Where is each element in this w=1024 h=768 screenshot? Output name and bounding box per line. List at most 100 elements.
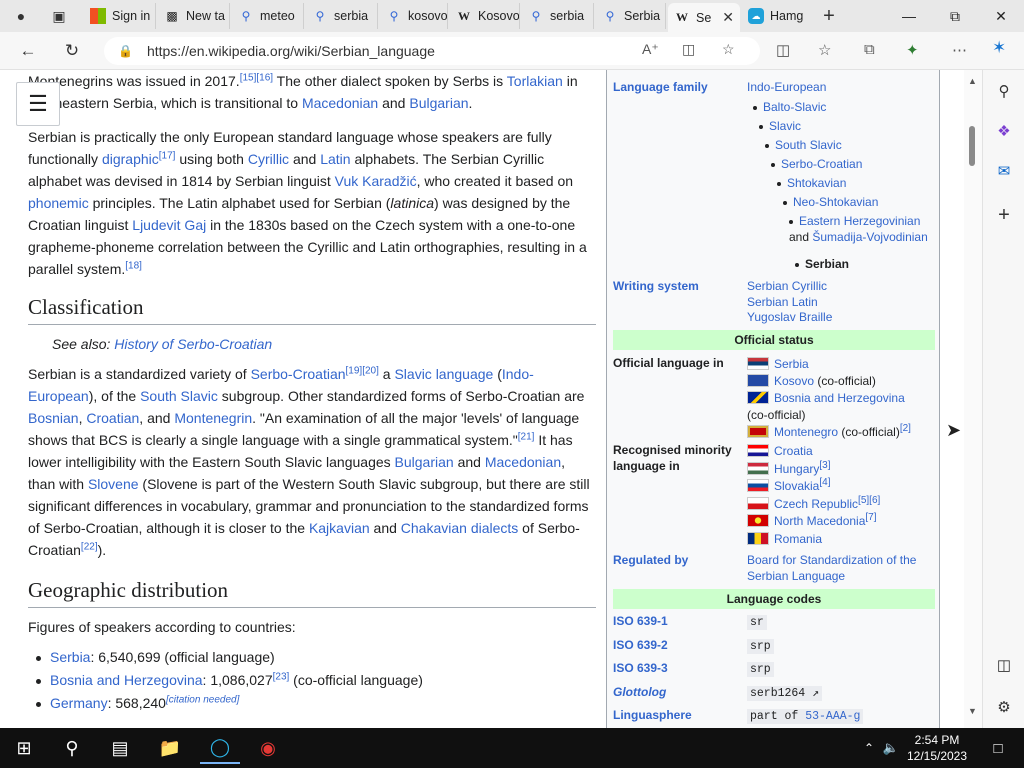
- link-regulator[interactable]: Board for Standardization of the Serbian…: [747, 553, 937, 584]
- link-linguasphere[interactable]: 53-AAA-g: [805, 710, 860, 723]
- label-glottolog[interactable]: Glottolog: [613, 685, 745, 701]
- link-country[interactable]: Montenegro: [774, 425, 838, 439]
- link-serbo-croatian[interactable]: Serbo-Croatian: [251, 366, 346, 382]
- link-macedonian[interactable]: Macedonian: [485, 454, 561, 470]
- tab-hamg[interactable]: ☁ Hamg: [742, 3, 814, 29]
- link-slavic-language[interactable]: Slavic language: [394, 366, 493, 382]
- family-item[interactable]: Serbo-Croatian: [781, 157, 862, 171]
- search-icon[interactable]: ⚲: [993, 80, 1015, 102]
- split-screen-icon[interactable]: ◫: [776, 41, 790, 59]
- refresh-icon[interactable]: ↻: [58, 38, 86, 64]
- link-chakavian-dialects[interactable]: Chakavian dialects: [401, 520, 519, 536]
- link-country[interactable]: Serbia: [50, 649, 90, 665]
- table-of-contents-icon[interactable]: ☰: [16, 82, 60, 126]
- windows-start-icon[interactable]: ⊞: [4, 732, 44, 764]
- reference[interactable]: [4]: [819, 477, 830, 488]
- tab-serbian-language-active[interactable]: W Se ✕: [668, 3, 740, 32]
- link-croatian[interactable]: Croatian: [86, 410, 139, 426]
- writing-item[interactable]: Serbian Latin: [747, 295, 937, 311]
- label-iso-639-2[interactable]: ISO 639-2: [613, 638, 745, 654]
- link-bulgarian[interactable]: Bulgarian: [395, 454, 454, 470]
- search-icon[interactable]: ⚲: [52, 732, 92, 764]
- vertical-scrollbar[interactable]: ▲ ▼: [964, 70, 982, 728]
- notifications-icon[interactable]: □: [978, 732, 1018, 764]
- link-torlakian[interactable]: Torlakian: [507, 73, 563, 89]
- label-writing-system[interactable]: Writing system: [613, 279, 745, 295]
- reference[interactable]: [17]: [159, 150, 176, 161]
- tab-meteo[interactable]: ⚲ meteo: [232, 3, 304, 29]
- reference[interactable]: [7]: [865, 512, 876, 523]
- link-ljudevit-gaj[interactable]: Ljudevit Gaj: [132, 217, 206, 233]
- link-south-slavic[interactable]: South Slavic: [140, 388, 218, 404]
- reference[interactable]: [15][16]: [240, 72, 273, 83]
- outlook-icon[interactable]: ✉: [993, 160, 1015, 182]
- link-slovene[interactable]: Slovene: [88, 476, 139, 492]
- scroll-up-arrow-icon[interactable]: ▲: [968, 76, 977, 86]
- link-country[interactable]: Slovakia: [774, 479, 819, 493]
- show-hidden-icons-icon[interactable]: ⌃: [858, 732, 880, 764]
- address-bar[interactable]: 🔒 https://en.wikipedia.org/wiki/Serbian_…: [104, 37, 760, 65]
- label-iso-639-3[interactable]: ISO 639-3: [613, 661, 745, 677]
- collections-icon[interactable]: ⧉: [864, 41, 875, 58]
- link-vuk-karadzic[interactable]: Vuk Karadžić: [335, 173, 417, 189]
- link-history-serbo-croatian[interactable]: History of Serbo-Croatian: [114, 336, 272, 352]
- profile-icon[interactable]: ●: [8, 4, 34, 28]
- reference[interactable]: [19][20]: [346, 365, 379, 376]
- link-country[interactable]: Germany: [50, 695, 108, 711]
- link-country[interactable]: Hungary: [774, 462, 819, 476]
- reference[interactable]: [18]: [125, 260, 142, 271]
- tab-serbia-search[interactable]: ⚲ serbia: [306, 3, 378, 29]
- label-linguasphere[interactable]: Linguasphere: [613, 708, 745, 724]
- reference[interactable]: [21]: [518, 431, 535, 442]
- reference[interactable]: [5][6]: [858, 495, 880, 506]
- window-close-icon[interactable]: ✕: [978, 0, 1024, 32]
- family-item[interactable]: Slavic: [769, 119, 801, 133]
- link-country[interactable]: Czech Republic: [774, 497, 858, 511]
- link-macedonian[interactable]: Macedonian: [302, 95, 378, 111]
- tab-sign-in[interactable]: Sign in: [84, 3, 156, 29]
- extensions-icon[interactable]: ✦: [906, 41, 919, 59]
- reference[interactable]: [22]: [81, 541, 98, 552]
- tab-kosovo-search[interactable]: ⚲ kosovo: [380, 3, 448, 29]
- restore-icon[interactable]: ⧉: [932, 0, 978, 32]
- copilot-icon[interactable]: ✶: [992, 38, 1006, 58]
- file-explorer-icon[interactable]: 📁: [150, 732, 190, 764]
- family-item[interactable]: Šumadija-Vojvodinian: [812, 230, 927, 244]
- family-item[interactable]: South Slavic: [775, 138, 842, 152]
- reference[interactable]: [23]: [273, 671, 290, 682]
- tab-new-tab[interactable]: ▩ New ta: [158, 3, 230, 29]
- link-country[interactable]: Serbia: [774, 357, 809, 371]
- link-bosnian[interactable]: Bosnian: [28, 410, 79, 426]
- volume-icon[interactable]: 🔈: [880, 732, 902, 764]
- reference[interactable]: [3]: [819, 460, 830, 471]
- system-clock[interactable]: 2:54 PM 12/15/2023: [904, 732, 970, 764]
- link-latin[interactable]: Latin: [320, 151, 350, 167]
- writing-item[interactable]: Serbian Cyrillic: [747, 279, 937, 295]
- add-icon[interactable]: +: [993, 204, 1015, 226]
- link-phonemic[interactable]: phonemic: [28, 195, 89, 211]
- tab-kosovo-wiki[interactable]: W Kosovo: [450, 3, 520, 29]
- label-language-family[interactable]: Language family: [613, 80, 745, 96]
- writing-item[interactable]: Yugoslav Braille: [747, 310, 937, 326]
- link-kajkavian[interactable]: Kajkavian: [309, 520, 370, 536]
- immersive-reader-icon[interactable]: ◫: [682, 41, 695, 58]
- tab-serbia-search-3[interactable]: ⚲ Serbia: [596, 3, 666, 29]
- link-country[interactable]: Romania: [774, 532, 822, 546]
- link-bulgarian[interactable]: Bulgarian: [409, 95, 468, 111]
- more-menu-icon[interactable]: ⋯: [952, 41, 967, 59]
- family-item[interactable]: Indo-European: [747, 80, 826, 96]
- reference[interactable]: [citation needed]: [166, 694, 239, 705]
- read-aloud-icon[interactable]: A⁺: [642, 41, 659, 58]
- family-item[interactable]: Balto-Slavic: [763, 100, 826, 114]
- family-item[interactable]: Shtokavian: [787, 176, 846, 190]
- link-country[interactable]: Kosovo: [774, 374, 814, 388]
- scroll-down-arrow-icon[interactable]: ▼: [968, 706, 977, 716]
- edge-browser-icon[interactable]: ◯: [200, 732, 240, 764]
- tab-serbia-search-2[interactable]: ⚲ serbia: [522, 3, 594, 29]
- link-cyrillic[interactable]: Cyrillic: [248, 151, 289, 167]
- settings-gear-icon[interactable]: ⚙: [993, 696, 1015, 718]
- link-country[interactable]: Bosnia and Herzegovina: [50, 672, 203, 688]
- reference[interactable]: [2]: [900, 423, 911, 434]
- favorites-icon[interactable]: ☆: [818, 41, 831, 59]
- back-arrow-icon[interactable]: ←: [14, 38, 42, 64]
